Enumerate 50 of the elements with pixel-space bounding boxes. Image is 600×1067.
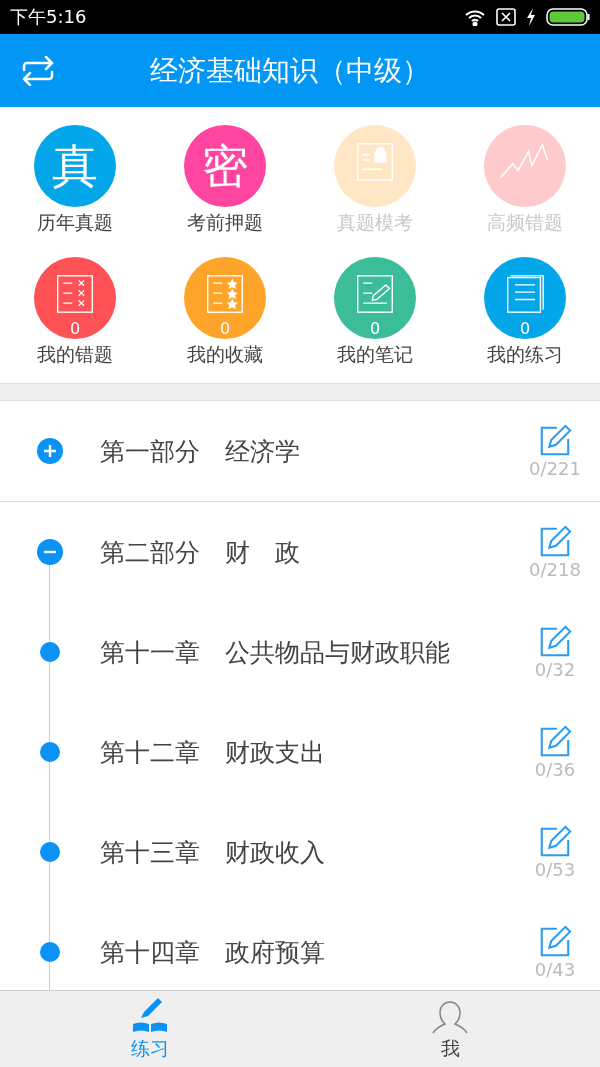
edit-icon[interactable] (538, 624, 572, 659)
swap-icon[interactable] (20, 55, 56, 86)
progress-count: 0/221 (529, 457, 581, 479)
chapter-title[interactable]: 第十四章 政府预算 (100, 935, 510, 969)
expand-icon[interactable] (37, 438, 63, 464)
chapter-dot (40, 742, 60, 762)
edit-icon[interactable] (538, 824, 572, 859)
no-sim-icon (496, 8, 516, 26)
book-icon (505, 274, 545, 314)
edit-icon[interactable] (538, 423, 572, 458)
glyph-icon: 真 (52, 143, 98, 189)
tab[interactable]: 我 (300, 991, 600, 1067)
note-pencil-icon (355, 274, 395, 314)
chapter-title[interactable]: 第十一章 公共物品与财政职能 (100, 635, 510, 669)
glyph-icon: 密 (202, 143, 248, 189)
progress-count: 0/218 (529, 558, 581, 580)
cross-list-icon (55, 274, 95, 314)
shortcut-label[interactable]: 我的错题 (37, 341, 113, 367)
star-list-icon (205, 274, 245, 314)
shortcut-label[interactable]: 历年真题 (37, 209, 113, 235)
item-count: 0 (369, 319, 381, 339)
page-title: 经济基础知识（中级） (150, 52, 430, 89)
progress-count: 0/36 (534, 758, 576, 780)
progress-count: 0/43 (534, 958, 576, 980)
charging-icon (526, 8, 536, 26)
pencil-book-icon (131, 996, 169, 1034)
shortcut-label[interactable]: 我的收藏 (187, 341, 263, 367)
collapse-icon[interactable] (37, 539, 63, 565)
document-robot-icon (355, 142, 395, 182)
edit-icon[interactable] (538, 524, 572, 559)
item-count: 0 (519, 319, 531, 339)
item-count: 0 (219, 319, 231, 339)
chapter-dot (40, 642, 60, 662)
shortcut-label[interactable]: 考前押题 (187, 209, 263, 235)
chapter-title[interactable]: 第一部分 经济学 (100, 434, 510, 468)
progress-count: 0/32 (534, 658, 576, 680)
chapter-dot (40, 842, 60, 862)
edit-icon[interactable] (538, 724, 572, 759)
shortcut-label[interactable]: 我的练习 (487, 341, 563, 367)
progress-count: 0/53 (534, 858, 576, 880)
shortcut-label[interactable]: 我的笔记 (337, 341, 413, 367)
wifi-icon (464, 8, 486, 26)
chapter-title[interactable]: 第十三章 财政收入 (100, 835, 510, 869)
clock: 下午5:16 (10, 5, 88, 29)
edit-icon[interactable] (538, 924, 572, 959)
item-count: 0 (69, 319, 81, 339)
chapter-title[interactable]: 第十二章 财政支出 (100, 735, 510, 769)
chapter-dot (40, 942, 60, 962)
battery-icon (546, 7, 590, 27)
chapter-title[interactable]: 第二部分 财 政 (100, 535, 510, 569)
